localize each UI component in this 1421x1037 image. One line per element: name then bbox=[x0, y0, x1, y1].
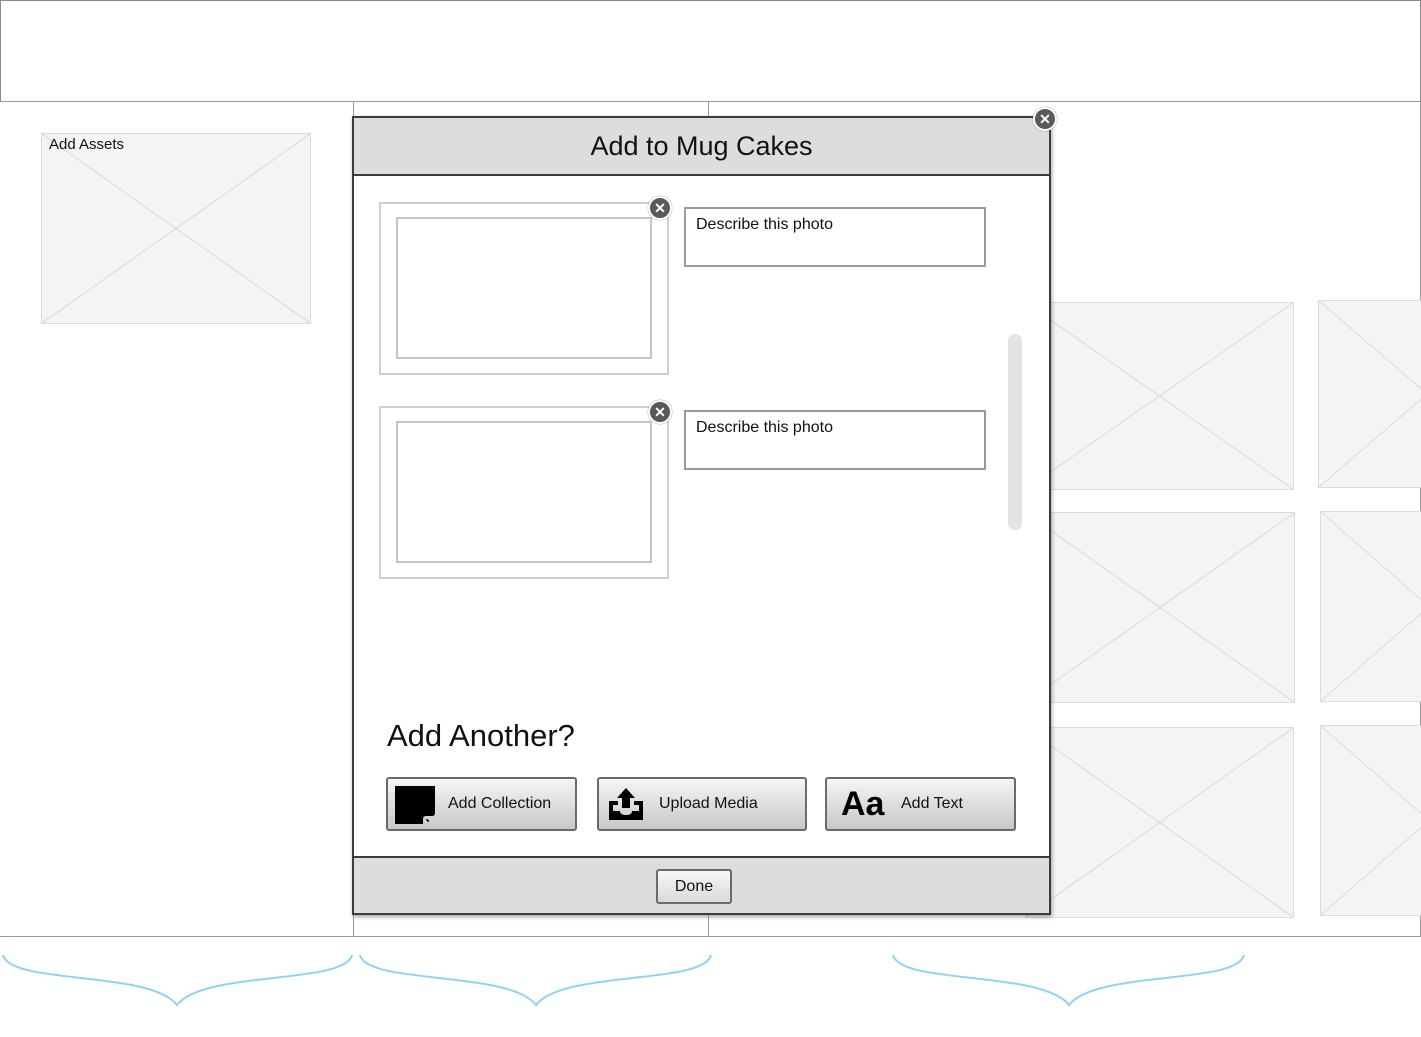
photo-item-1 bbox=[379, 202, 669, 375]
annotation-braces bbox=[2, 954, 1245, 1007]
remove-photo-1-button[interactable]: ✕ bbox=[648, 196, 672, 220]
photo-thumbnail[interactable] bbox=[396, 421, 652, 563]
add-collection-button[interactable]: Add Collection bbox=[386, 777, 577, 831]
add-collection-label: Add Collection bbox=[448, 795, 552, 812]
collection-icon bbox=[395, 786, 435, 824]
add-another-heading: Add Another? bbox=[387, 718, 575, 753]
add-to-collection-dialog: Add to Mug Cakes ✕ Describe this photo ✕… bbox=[352, 116, 1051, 915]
top-header-area bbox=[0, 0, 1421, 102]
close-icon: ✕ bbox=[1039, 111, 1051, 127]
dialog-footer: Done bbox=[354, 856, 1049, 913]
image-placeholder bbox=[1318, 300, 1421, 488]
dialog-scrollbar[interactable] bbox=[1008, 334, 1022, 530]
add-assets-placeholder[interactable]: Add Assets bbox=[41, 133, 311, 324]
add-assets-label: Add Assets bbox=[49, 136, 125, 153]
dialog-title: Add to Mug Cakes bbox=[590, 131, 813, 161]
upload-media-button[interactable]: Upload Media bbox=[597, 777, 807, 831]
photo-2-description-field[interactable]: Describe this photo bbox=[684, 410, 986, 470]
upload-icon bbox=[609, 788, 643, 820]
image-placeholder bbox=[1025, 512, 1295, 703]
remove-photo-2-button[interactable]: ✕ bbox=[648, 400, 672, 424]
close-icon: ✕ bbox=[654, 404, 666, 420]
add-text-label: Add Text bbox=[901, 795, 963, 812]
brace-column-2 bbox=[359, 954, 712, 1007]
close-icon: ✕ bbox=[654, 200, 666, 216]
photo-thumbnail[interactable] bbox=[396, 217, 652, 359]
photo-item-2 bbox=[379, 406, 669, 579]
image-placeholder bbox=[1025, 302, 1294, 490]
close-dialog-button[interactable]: ✕ bbox=[1033, 107, 1057, 131]
done-button[interactable]: Done bbox=[656, 869, 732, 904]
dialog-header: Add to Mug Cakes bbox=[354, 118, 1049, 176]
brace-column-1 bbox=[2, 954, 353, 1007]
upload-media-label: Upload Media bbox=[659, 795, 758, 812]
image-placeholder bbox=[1320, 511, 1421, 702]
text-icon: Aa bbox=[841, 785, 885, 823]
image-placeholder bbox=[1025, 727, 1294, 918]
brace-column-3 bbox=[892, 954, 1245, 1007]
image-placeholder bbox=[1320, 725, 1421, 916]
add-text-button[interactable]: Aa Add Text bbox=[825, 777, 1016, 831]
photo-1-description-field[interactable]: Describe this photo bbox=[684, 207, 986, 267]
